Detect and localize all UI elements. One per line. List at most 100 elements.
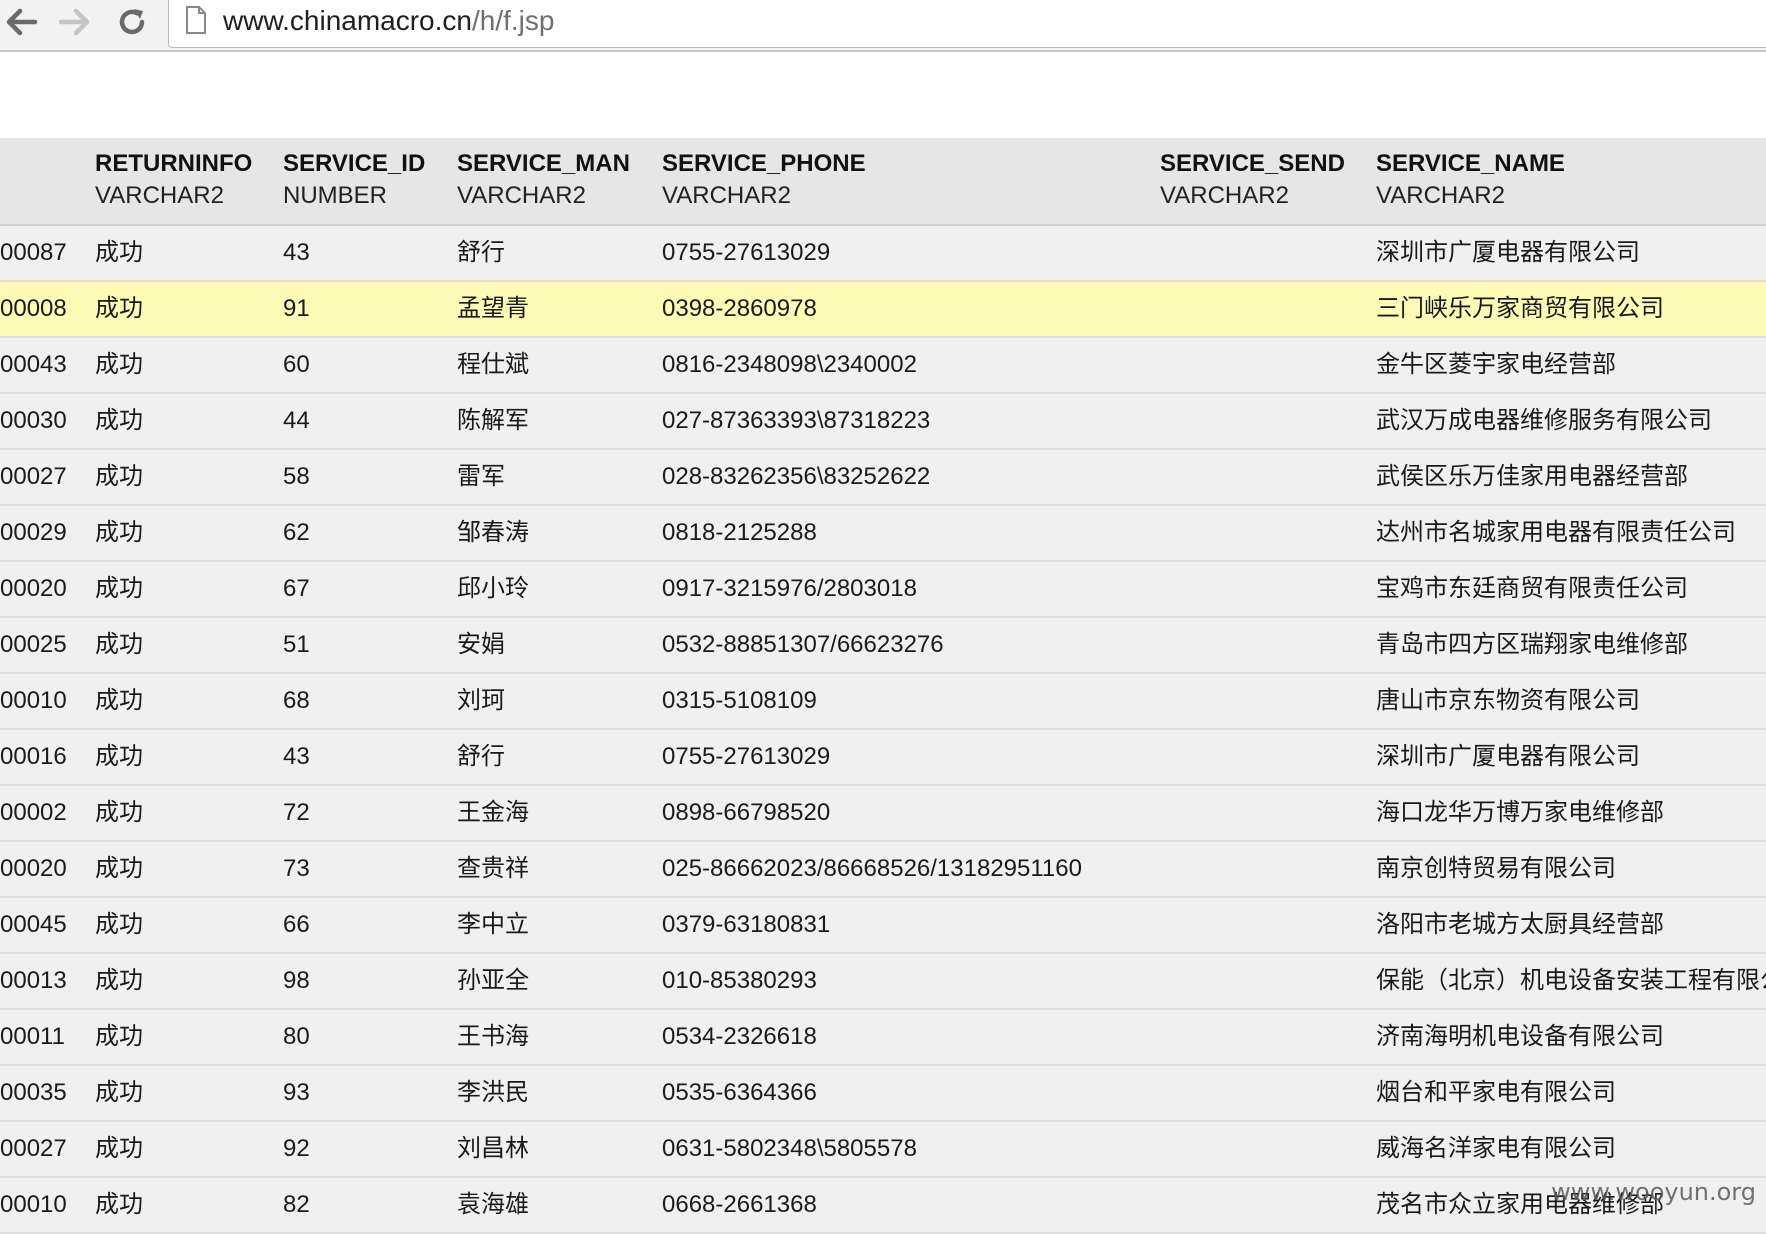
table-row[interactable]: 00002 成功 72 王金海 0898-66798520 海口龙华万博万家电维修部 xyxy=(0,786,1766,842)
table-row[interactable]: 00008 成功 91 孟望青 0398-2860978 三门峡乐万家商贸有限公司 xyxy=(0,282,1766,338)
table-cell: 袁海雄 xyxy=(457,1191,529,1218)
table-body: 00087 成功 43 舒行 0755-27613029 深圳市广厦电器有限公司 00008… xyxy=(0,226,1766,1234)
table-cell: 73 xyxy=(283,855,310,882)
back-arrow-icon xyxy=(6,8,38,36)
table-row[interactable]: 00029 成功 62 邹春涛 0818-2125288 达州市名城家用电器有限责任公司 xyxy=(0,506,1766,562)
table-row[interactable]: 00025 成功 51 安娟 0532-88851307/66623276 青岛市四方区瑞… xyxy=(0,618,1766,674)
column-type: NUMBER xyxy=(283,182,388,209)
table-cell: 93 xyxy=(283,1079,310,1106)
table-cell: 0631-5802348\5805578 xyxy=(662,1135,917,1162)
table-cell: 成功 xyxy=(95,295,143,322)
table-row[interactable]: 00010 成功 68 刘珂 0315-5108109 唐山市京东物资有限公司 xyxy=(0,674,1766,730)
column-type: VARCHAR2 xyxy=(95,182,224,209)
table-cell: 金牛区菱宇家电经营部 xyxy=(1376,351,1616,378)
column-name: SERVICE_PHONE xyxy=(662,150,866,177)
table-cell: 李洪民 xyxy=(457,1079,529,1106)
table-row[interactable]: 00011 成功 80 王书海 0534-2326618 济南海明机电设备有限公司 xyxy=(0,1010,1766,1066)
table-cell: 威海名洋家电有限公司 xyxy=(1376,1135,1616,1162)
table-cell: 成功 xyxy=(95,799,143,826)
table-cell: 程仕斌 xyxy=(457,351,529,378)
table-cell: 00025 xyxy=(0,631,67,658)
table-cell: 保能（北京）机电设备安装工程有限公 xyxy=(1376,967,1766,994)
table-cell: 0534-2326618 xyxy=(662,1023,817,1050)
table-cell: 00011 xyxy=(0,1023,65,1050)
table-row[interactable]: 00043 成功 60 程仕斌 0816-2348098\2340002 金牛区菱宇家电经… xyxy=(0,338,1766,394)
table-cell: 00010 xyxy=(0,687,67,714)
table-cell: 92 xyxy=(283,1135,310,1162)
table-cell: 武侯区乐万佳家用电器经营部 xyxy=(1376,463,1688,490)
table-cell: 成功 xyxy=(95,1135,143,1162)
back-button[interactable] xyxy=(0,2,44,42)
table-cell: 62 xyxy=(283,519,310,546)
column-header-service-phone: SERVICE_PHONE VARCHAR2 xyxy=(662,148,866,212)
column-name: SERVICE_SEND xyxy=(1160,150,1345,177)
table-cell: 成功 xyxy=(95,239,143,266)
table-cell: 44 xyxy=(283,407,310,434)
table-cell: 雷军 xyxy=(457,463,505,490)
table-cell: 王金海 xyxy=(457,799,529,826)
table-cell: 舒行 xyxy=(457,239,505,266)
table-cell: 0818-2125288 xyxy=(662,519,817,546)
table-cell: 025-86662023/86668526/13182951160 xyxy=(662,855,1082,882)
table-cell: 陈解军 xyxy=(457,407,529,434)
table-cell: 43 xyxy=(283,743,310,770)
table-cell: 00027 xyxy=(0,1135,67,1162)
watermark: www.wooyun.org xyxy=(1551,1178,1756,1206)
table-row[interactable]: 00020 成功 67 邱小玲 0917-3215976/2803018 宝鸡市东廷商贸有… xyxy=(0,562,1766,618)
table-cell: 孟望青 xyxy=(457,295,529,322)
table-cell: 李中立 xyxy=(457,911,529,938)
table-cell: 安娟 xyxy=(457,631,505,658)
address-bar[interactable]: www.chinamacro.cn/h/f.jsp xyxy=(168,0,1766,48)
forward-button[interactable] xyxy=(52,2,96,42)
table-cell: 成功 xyxy=(95,687,143,714)
table-cell: 刘昌林 xyxy=(457,1135,529,1162)
table-row[interactable]: 00035 成功 93 李洪民 0535-6364366 烟台和平家电有限公司 xyxy=(0,1066,1766,1122)
reload-button[interactable] xyxy=(110,2,154,42)
table-row[interactable]: 00027 成功 92 刘昌林 0631-5802348\5805578 威海名洋家电有限… xyxy=(0,1122,1766,1178)
table-cell: 成功 xyxy=(95,631,143,658)
url-path: /h/f.jsp xyxy=(471,5,555,36)
table-cell: 成功 xyxy=(95,855,143,882)
table-cell: 00029 xyxy=(0,519,67,546)
forward-arrow-icon xyxy=(58,8,90,36)
results-table: RETURNINFO VARCHAR2 SERVICE_ID NUMBER SE… xyxy=(0,138,1766,1234)
table-cell: 00035 xyxy=(0,1079,67,1106)
column-header-service-man: SERVICE_MAN VARCHAR2 xyxy=(457,148,630,212)
column-header-service-send: SERVICE_SEND VARCHAR2 xyxy=(1160,148,1345,212)
column-header-service-name: SERVICE_NAME VARCHAR2 xyxy=(1376,148,1565,212)
column-type: VARCHAR2 xyxy=(662,182,791,209)
table-row[interactable]: 00010 成功 82 袁海雄 0668-2661368 茂名市众立家用电器维修部 xyxy=(0,1178,1766,1234)
table-row[interactable]: 00045 成功 66 李中立 0379-63180831 洛阳市老城方太厨具经营部 xyxy=(0,898,1766,954)
column-name: SERVICE_ID xyxy=(283,150,426,177)
table-cell: 0535-6364366 xyxy=(662,1079,817,1106)
table-row[interactable]: 00030 成功 44 陈解军 027-87363393\87318223 武汉万成电器维… xyxy=(0,394,1766,450)
table-row[interactable]: 00027 成功 58 雷军 028-83262356\83252622 武侯区乐万佳家用… xyxy=(0,450,1766,506)
table-cell: 唐山市京东物资有限公司 xyxy=(1376,687,1640,714)
url-host: www.chinamacro.cn xyxy=(223,5,472,36)
table-cell: 成功 xyxy=(95,519,143,546)
column-header-returninfo: RETURNINFO VARCHAR2 xyxy=(95,148,252,212)
table-cell: 91 xyxy=(283,295,310,322)
table-cell: 烟台和平家电有限公司 xyxy=(1376,1079,1616,1106)
table-row[interactable]: 00016 成功 43 舒行 0755-27613029 深圳市广厦电器有限公司 xyxy=(0,730,1766,786)
column-type: VARCHAR2 xyxy=(1376,182,1505,209)
table-cell: 00030 xyxy=(0,407,67,434)
table-cell: 成功 xyxy=(95,1191,143,1218)
table-cell: 00013 xyxy=(0,967,67,994)
table-cell: 028-83262356\83252622 xyxy=(662,463,931,490)
table-row[interactable]: 00013 成功 98 孙亚全 010-85380293 保能（北京）机电设备安装工程有限… xyxy=(0,954,1766,1010)
table-cell: 00043 xyxy=(0,351,67,378)
table-cell: 60 xyxy=(283,351,310,378)
table-cell: 成功 xyxy=(95,351,143,378)
table-row[interactable]: 00020 成功 73 查贵祥 025-86662023/86668526/131829… xyxy=(0,842,1766,898)
table-cell: 深圳市广厦电器有限公司 xyxy=(1376,743,1640,770)
table-cell: 成功 xyxy=(95,575,143,602)
table-row[interactable]: 00087 成功 43 舒行 0755-27613029 深圳市广厦电器有限公司 xyxy=(0,226,1766,282)
table-cell: 舒行 xyxy=(457,743,505,770)
table-cell: 58 xyxy=(283,463,310,490)
table-cell: 邹春涛 xyxy=(457,519,529,546)
column-type: VARCHAR2 xyxy=(457,182,586,209)
table-cell: 0315-5108109 xyxy=(662,687,817,714)
table-cell: 00045 xyxy=(0,911,67,938)
table-cell: 67 xyxy=(283,575,310,602)
